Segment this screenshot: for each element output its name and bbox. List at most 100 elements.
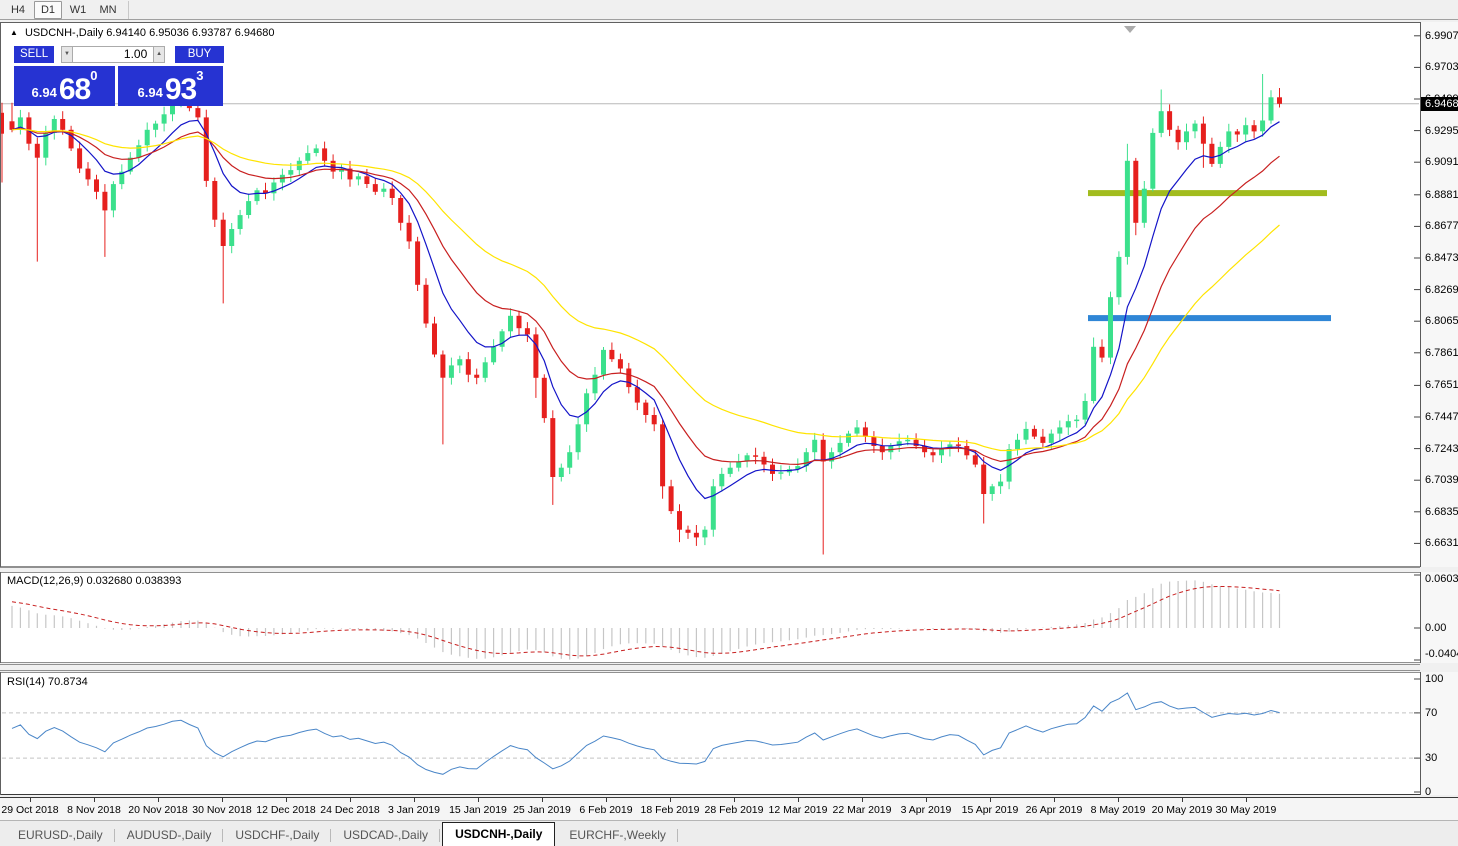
date-tick bbox=[670, 798, 671, 802]
chart-title: ▲ USDCNH-,Daily 6.94140 6.95036 6.93787 … bbox=[10, 27, 275, 39]
date-label: 26 Apr 2019 bbox=[1026, 804, 1083, 816]
chart-tab-usdchfdaily[interactable]: USDCHF-,Daily bbox=[223, 825, 331, 846]
current-price-label: 6.94680 bbox=[1421, 97, 1458, 111]
ohlc-values: 6.94140 6.95036 6.93787 6.94680 bbox=[106, 27, 274, 39]
date-tick bbox=[734, 798, 735, 802]
date-label: 6 Feb 2019 bbox=[579, 804, 632, 816]
date-tick bbox=[1182, 798, 1183, 802]
date-tick bbox=[222, 798, 223, 802]
date-label: 3 Jan 2019 bbox=[388, 804, 440, 816]
chart-tab-eurusddaily[interactable]: EURUSD-,Daily bbox=[6, 825, 115, 846]
date-tick bbox=[286, 798, 287, 802]
one-click-trading-widget: SELL ▼ 1.00 ▲ BUY 6.94 68 0 6.94 93 3 bbox=[14, 46, 224, 106]
chart-tab-eurchfweekly[interactable]: EURCHF-,Weekly bbox=[557, 825, 677, 846]
date-label: 28 Feb 2019 bbox=[705, 804, 764, 816]
buy-price-big-digits: 93 bbox=[165, 77, 196, 103]
panel-separator[interactable] bbox=[0, 664, 1420, 671]
price-tick-label: 6.78610 bbox=[1425, 347, 1458, 359]
sell-price-box[interactable]: 6.94 68 0 bbox=[14, 66, 115, 106]
chart-tab-audusddaily[interactable]: AUDUSD-,Daily bbox=[115, 825, 224, 846]
buy-price-prefix: 6.94 bbox=[138, 85, 163, 100]
symbol-period-label: USDCNH-,Daily bbox=[25, 27, 103, 39]
chart-tab-usdcnhdaily[interactable]: USDCNH-,Daily bbox=[442, 822, 555, 846]
macd-axis[interactable]: 0.060342 0.00 -0.04041 bbox=[1420, 572, 1458, 663]
date-tick bbox=[94, 798, 95, 802]
macd-label: MACD(12,26,9) 0.032680 0.038393 bbox=[7, 575, 181, 587]
timeframe-d1-button[interactable]: D1 bbox=[34, 1, 62, 19]
sell-price-prefix: 6.94 bbox=[32, 85, 57, 100]
price-tick-label: 6.74470 bbox=[1425, 411, 1458, 423]
toolbar-separator bbox=[128, 1, 129, 19]
date-label: 20 Nov 2018 bbox=[128, 804, 188, 816]
price-tick-label: 6.84730 bbox=[1425, 252, 1458, 264]
price-axis[interactable]: 6.990706.970306.949906.929506.909106.888… bbox=[1420, 22, 1458, 567]
chart-tab-usdcaddaily[interactable]: USDCAD-,Daily bbox=[331, 825, 440, 846]
price-tick-label: 6.66310 bbox=[1425, 537, 1458, 549]
price-tick-label: 6.97030 bbox=[1425, 61, 1458, 73]
date-tick bbox=[1246, 798, 1247, 802]
volume-input[interactable]: 1.00 bbox=[73, 46, 153, 63]
macd-tick-label: 0.060342 bbox=[1425, 573, 1458, 585]
price-tick-label: 6.82690 bbox=[1425, 284, 1458, 296]
price-tick-label: 6.86770 bbox=[1425, 220, 1458, 232]
date-label: 3 Apr 2019 bbox=[901, 804, 952, 816]
sell-price-big-digits: 68 bbox=[59, 77, 90, 103]
date-tick bbox=[30, 798, 31, 802]
rsi-tick-label: 70 bbox=[1425, 707, 1437, 719]
rsi-axis[interactable]: 10070300 bbox=[1420, 672, 1458, 795]
timeframe-mn-button[interactable]: MN bbox=[94, 1, 122, 19]
rsi-value: 70.8734 bbox=[48, 676, 88, 688]
price-tick-label: 6.72430 bbox=[1425, 443, 1458, 455]
timeframe-h4-button[interactable]: H4 bbox=[4, 1, 32, 19]
date-label: 30 Nov 2018 bbox=[192, 804, 252, 816]
price-tick-label: 6.80650 bbox=[1425, 315, 1458, 327]
macd-indicator-panel[interactable] bbox=[0, 572, 1420, 663]
rsi-tick-label: 100 bbox=[1425, 673, 1443, 685]
date-axis[interactable]: 29 Oct 20188 Nov 201820 Nov 201830 Nov 2… bbox=[0, 797, 1458, 821]
date-tick bbox=[350, 798, 351, 802]
rsi-label: RSI(14) 70.8734 bbox=[7, 676, 88, 688]
timeframe-w1-button[interactable]: W1 bbox=[64, 1, 92, 19]
buy-button[interactable]: BUY bbox=[175, 46, 224, 63]
macd-main-value: 0.032680 bbox=[86, 575, 132, 587]
chart-shift-marker-icon bbox=[1124, 26, 1136, 33]
date-label: 15 Jan 2019 bbox=[449, 804, 507, 816]
date-tick bbox=[414, 798, 415, 802]
collapse-arrow-icon[interactable]: ▲ bbox=[10, 28, 18, 37]
buy-price-box[interactable]: 6.94 93 3 bbox=[118, 66, 223, 106]
chart-tab-bar: EURUSD-,DailyAUDUSD-,DailyUSDCHF-,DailyU… bbox=[0, 820, 1458, 846]
price-tick-label: 6.76510 bbox=[1425, 379, 1458, 391]
price-tick-label: 6.90910 bbox=[1425, 156, 1458, 168]
date-tick bbox=[606, 798, 607, 802]
date-label: 12 Mar 2019 bbox=[769, 804, 828, 816]
macd-tick-label: 0.00 bbox=[1425, 622, 1446, 634]
macd-signal-value: 0.038393 bbox=[135, 575, 181, 587]
macd-tick-label: -0.04041 bbox=[1425, 648, 1458, 660]
price-tick-label: 6.92950 bbox=[1425, 125, 1458, 137]
rsi-indicator-panel[interactable] bbox=[0, 672, 1420, 795]
volume-decrease-button[interactable]: ▼ bbox=[61, 46, 73, 63]
timeframe-toolbar: H4 D1 W1 MN bbox=[0, 0, 1458, 20]
sell-price-pip-digit: 0 bbox=[90, 68, 97, 83]
date-tick bbox=[798, 798, 799, 802]
date-label: 24 Dec 2018 bbox=[320, 804, 380, 816]
date-tick bbox=[1054, 798, 1055, 802]
rsi-tick-label: 30 bbox=[1425, 752, 1437, 764]
date-tick bbox=[990, 798, 991, 802]
price-tick-label: 6.99070 bbox=[1425, 30, 1458, 42]
date-tick bbox=[1118, 798, 1119, 802]
date-label: 18 Feb 2019 bbox=[641, 804, 700, 816]
volume-increase-button[interactable]: ▲ bbox=[153, 46, 165, 63]
date-tick bbox=[542, 798, 543, 802]
price-tick-label: 6.88810 bbox=[1425, 189, 1458, 201]
date-label: 30 May 2019 bbox=[1216, 804, 1277, 816]
date-tick bbox=[478, 798, 479, 802]
date-label: 15 Apr 2019 bbox=[962, 804, 1019, 816]
date-label: 8 May 2019 bbox=[1091, 804, 1146, 816]
date-label: 20 May 2019 bbox=[1152, 804, 1213, 816]
date-label: 12 Dec 2018 bbox=[256, 804, 316, 816]
date-label: 29 Oct 2018 bbox=[1, 804, 58, 816]
buy-price-pip-digit: 3 bbox=[196, 68, 203, 83]
date-tick bbox=[926, 798, 927, 802]
sell-button[interactable]: SELL bbox=[14, 46, 54, 63]
